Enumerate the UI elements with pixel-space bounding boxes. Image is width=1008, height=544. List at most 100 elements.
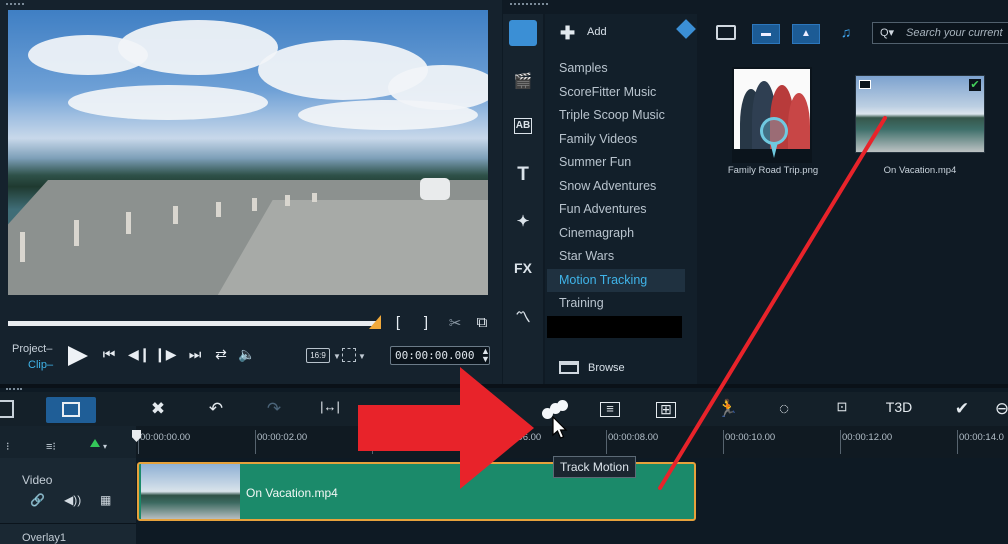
plus-icon[interactable]: ✚ — [560, 23, 575, 44]
transition-icon[interactable]: ✦ — [512, 212, 534, 232]
undo-icon[interactable]: ↶ — [204, 399, 228, 421]
track-label: Video — [22, 473, 53, 487]
panel-grip[interactable] — [510, 3, 548, 7]
chevron-down-icon[interactable]: ▾ — [103, 442, 107, 451]
redo-icon[interactable]: ↷ — [262, 399, 286, 421]
library-folder-item[interactable]: Fun Adventures — [547, 198, 685, 222]
ruler-tick-label: 00:00:02.00 — [257, 432, 308, 443]
ruler-tick-label: 00:00:00.00 — [140, 432, 191, 443]
timecode-stepper-icon[interactable]: ▲ ▼ — [481, 347, 490, 364]
chevron-down-icon[interactable]: ▼ — [358, 352, 366, 361]
pan-zoom-icon[interactable]: ⊡ — [830, 399, 854, 421]
browse-button[interactable]: Browse — [588, 362, 625, 374]
ruler-tick — [957, 430, 958, 454]
track-visibility-icon[interactable]: ▦ — [100, 493, 111, 507]
timeline-view-icon[interactable] — [62, 402, 80, 417]
path-icon[interactable]: 〽 — [512, 306, 534, 326]
ruler-tick — [723, 430, 724, 454]
media-icon[interactable] — [509, 20, 537, 46]
tooltip: Track Motion — [553, 456, 636, 478]
video-editor-window: [ ] ✂ ⧉ Project– Clip– ⏮ ◀❙ ❙▶ ⏭ ⇄ 🔈 16:… — [0, 0, 1008, 544]
ruler-tick-label: 00:00:08.00 — [608, 432, 659, 443]
library-folder-item[interactable]: Summer Fun — [547, 151, 685, 175]
add-folder-button[interactable]: Add — [587, 26, 607, 38]
auto-music-icon[interactable]: ✔ — [950, 399, 974, 421]
split-clip-icon[interactable]: ✂ — [447, 314, 463, 332]
overlay-track[interactable] — [136, 524, 1008, 544]
track-manager-icon[interactable]: ⁝ — [6, 440, 10, 453]
library-folder-item[interactable]: Motion Tracking — [547, 268, 685, 292]
resize-icon[interactable]: ⧉ — [474, 314, 490, 331]
previous-frame-icon[interactable]: ◀❙ — [128, 346, 151, 364]
annotation-arrow — [358, 405, 466, 451]
next-frame-icon[interactable]: ❙▶ — [154, 346, 177, 364]
fit-project-icon[interactable]: |↔| — [318, 399, 342, 421]
library-sidebar — [503, 14, 543, 384]
preview-video-frame[interactable] — [8, 10, 488, 295]
clip-thumbnail — [141, 464, 240, 519]
search-input[interactable] — [906, 24, 1008, 42]
library-folder-item[interactable]: Samples — [547, 57, 685, 81]
mask-creator-icon[interactable]: ◌ — [772, 399, 796, 421]
search-icon[interactable]: Q▾ — [880, 26, 894, 39]
browse-icon[interactable] — [559, 361, 579, 374]
cursor-icon — [552, 416, 568, 439]
library-folder-item[interactable]: Star Wars — [547, 245, 685, 269]
chevron-down-icon[interactable]: ▼ — [333, 352, 341, 361]
library-folder-item[interactable]: Triple Scoop Music — [547, 104, 685, 128]
volume-icon[interactable]: ◀)) — [64, 493, 81, 507]
instant-project-icon[interactable]: 🎬 — [512, 72, 534, 92]
subtitle-editor-icon[interactable]: ≡ — [600, 402, 620, 417]
text-icon[interactable]: T — [512, 164, 534, 185]
library-folder-item[interactable]: Family Videos — [547, 128, 685, 152]
panel-divider[interactable] — [0, 384, 1008, 388]
ruler-tick — [840, 430, 841, 454]
thumbnail-label: Family Road Trip.png — [727, 165, 819, 176]
volume-icon[interactable]: 🔈 — [236, 346, 258, 364]
panel-grip[interactable] — [6, 3, 24, 7]
tracking-point-icon — [760, 117, 788, 145]
add-marker-icon[interactable] — [90, 439, 100, 447]
link-icon[interactable]: 🔗 — [30, 493, 45, 507]
repeat-icon[interactable]: ⇄ — [210, 346, 232, 364]
folder-name-edit-field[interactable] — [547, 316, 682, 338]
timecode-field[interactable]: 00:00:00.000 — [390, 346, 490, 365]
storyboard-view-icon[interactable] — [0, 400, 14, 418]
ruler-tick-label: 00:00:10.00 — [725, 432, 776, 443]
project-mode-label[interactable]: Project– — [12, 343, 52, 355]
thumbnail-label: On Vacation.mp4 — [883, 165, 957, 176]
overlay-track-header — [0, 524, 136, 544]
title-icon[interactable]: AB — [514, 118, 532, 134]
film-icon — [859, 80, 871, 89]
crop-icon[interactable] — [342, 348, 356, 362]
library-folder-item[interactable]: ScoreFitter Music — [547, 81, 685, 105]
show-photos-filter-icon[interactable]: ▲ — [792, 24, 820, 44]
library-folder-item[interactable]: Cinemagraph — [547, 222, 685, 246]
ruler-tick-label: 00:00:14.0 — [959, 432, 1004, 443]
chapter-point-icon[interactable]: ≡⁝ — [46, 440, 56, 453]
tools-icon[interactable]: ✖ — [146, 399, 170, 421]
clip-name: On Vacation.mp4 — [246, 486, 338, 500]
import-folder-icon[interactable] — [716, 25, 736, 40]
multi-camera-icon[interactable]: ⊞ — [656, 402, 676, 418]
show-audio-filter-icon[interactable]: ♫ — [833, 24, 859, 44]
library-folder-item[interactable]: Snow Adventures — [547, 175, 685, 199]
playback-progress-bar[interactable] — [8, 321, 380, 326]
show-videos-filter-icon[interactable]: ▬ — [752, 24, 780, 44]
go-to-end-icon[interactable]: ⏭ — [184, 346, 206, 364]
folder-list: Samples ScoreFitter Music Triple Scoop Mus… — [547, 57, 685, 316]
ruler-controls — [0, 426, 136, 458]
zoom-icon[interactable]: ⊖ — [990, 399, 1008, 421]
library-folder-item[interactable]: Training — [547, 292, 685, 316]
ruler-tick — [606, 430, 607, 454]
3d-title-editor-icon[interactable]: T3D — [884, 399, 914, 421]
filter-icon[interactable]: FX — [512, 260, 534, 280]
time-remap-icon[interactable]: 🏃 — [716, 399, 740, 421]
track-label: Overlay1 — [22, 532, 67, 544]
aspect-ratio-button[interactable]: 16:9 — [306, 348, 330, 363]
go-to-start-icon[interactable]: ⏮ — [98, 346, 120, 364]
media-thumbnail[interactable] — [855, 75, 985, 153]
clip-mode-label[interactable]: Clip– — [28, 359, 53, 371]
mark-out-button[interactable]: ] — [418, 314, 434, 331]
mark-in-button[interactable]: [ — [390, 314, 406, 331]
